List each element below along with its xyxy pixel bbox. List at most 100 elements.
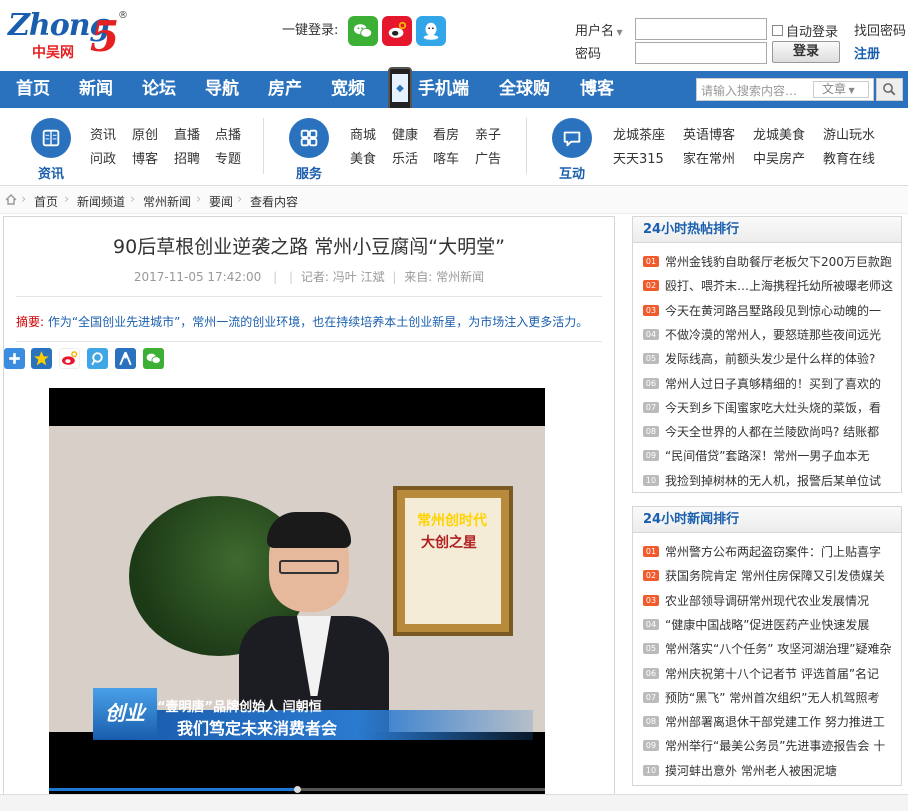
rank-number: 08 — [643, 426, 659, 438]
subnav-link[interactable]: 美食 — [350, 148, 376, 167]
home-icon[interactable] — [5, 194, 17, 205]
video-progress-handle[interactable] — [294, 786, 301, 793]
rank-number: 04 — [643, 328, 659, 340]
breadcrumb-item[interactable]: 首页 — [34, 193, 58, 210]
auto-login-option[interactable]: 自动登录 — [772, 21, 838, 40]
subnav-link[interactable]: 商城 — [350, 124, 376, 143]
list-item[interactable]: 07 今天到乡下闺蜜家吃大灶头烧的菜饭，看 — [643, 399, 901, 419]
chat-bubble-icon[interactable] — [552, 118, 592, 158]
subnav-link[interactable]: 原创 — [132, 124, 158, 143]
subnav-link[interactable]: 亲子 — [475, 124, 501, 143]
search-button[interactable] — [876, 78, 903, 101]
subnav-link[interactable]: 中吴房产 — [753, 148, 805, 167]
subnav-link[interactable]: 资讯 — [90, 124, 116, 143]
list-item[interactable]: 02 获国务院肯定 常州住房保障又引发债媒关 — [643, 567, 901, 587]
subnav-link[interactable]: 喀车 — [433, 148, 459, 167]
register-link[interactable]: 注册 — [854, 43, 880, 62]
breadcrumb-item[interactable]: 新闻频道 — [77, 193, 125, 210]
subnav-group-label-service[interactable]: 服务 — [296, 163, 322, 182]
service-grid-icon[interactable] — [289, 118, 329, 158]
list-item[interactable]: 10 我捡到掉树林的无人机，报警后某单位试 — [643, 472, 901, 492]
list-item[interactable]: 08 常州部署离退休干部党建工作 努力推进工 — [643, 713, 901, 733]
subnav-group-label-news[interactable]: 资讯 — [38, 163, 64, 182]
subnav-link[interactable]: 乐活 — [392, 148, 418, 167]
breadcrumb-item[interactable]: 常州新闻 — [143, 193, 191, 210]
nav-item-broadband[interactable]: 宽频 — [331, 71, 365, 108]
subnav-link[interactable]: 专题 — [215, 148, 241, 167]
list-item[interactable]: 03 今天在黄河路吕墅路段见到惊心动魄的一 — [643, 302, 901, 322]
mobile-phone-icon[interactable]: ◆ — [388, 67, 412, 111]
auto-login-checkbox[interactable] — [772, 25, 783, 36]
list-item[interactable]: 08 今天全世界的人都在兰陵欧尚吗? 结账都 — [643, 423, 901, 443]
list-item[interactable]: 05 常州落实“八个任务” 攻坚河湖治理”疑难杂 — [643, 640, 901, 660]
video-player[interactable]: 大创之星 常州创时代 创业 “壹明唐”品牌创始人 闫朝恒 我们笃定未来消费者会 — [49, 388, 545, 808]
subnav-link[interactable]: 龙城美食 — [753, 124, 805, 143]
subnav-link[interactable]: 招聘 — [174, 148, 200, 167]
rank-number: 05 — [643, 643, 659, 655]
search-input[interactable]: 请输入搜索内容… — [701, 82, 797, 99]
share-weibo-icon[interactable] — [59, 348, 80, 369]
list-item[interactable]: 10 摸河蚌出意外 常州老人被困泥塘 — [643, 762, 901, 782]
subnav-link[interactable]: 直播 — [174, 124, 200, 143]
nav-item-blog[interactable]: 博客 — [580, 71, 614, 108]
video-progress-bar[interactable] — [49, 786, 545, 793]
subnav-link[interactable]: 看房 — [433, 124, 459, 143]
list-item[interactable]: 02 殴打、喂芥末…上海携程托幼所被曝老师这 — [643, 277, 901, 297]
subnav-link[interactable]: 游山玩水 — [823, 124, 875, 143]
search-category-select[interactable]: 文章 ▼ — [813, 81, 869, 98]
list-item[interactable]: 04 “健康中国战略”促进医药产业快速发展 — [643, 616, 901, 636]
list-item[interactable]: 09 常州举行“最美公务员”先进事迹报告会 十 — [643, 737, 901, 757]
subnav-link[interactable]: 家在常州 — [683, 148, 735, 167]
nav-item-forum[interactable]: 论坛 — [142, 71, 176, 108]
subnav-link[interactable]: 问政 — [90, 148, 116, 167]
list-item[interactable]: 09 “民间借贷”套路深！常州一男子血本无 — [643, 447, 901, 467]
share-wechat-icon[interactable] — [143, 348, 164, 369]
share-renren-icon[interactable] — [115, 348, 136, 369]
find-password-link[interactable]: 找回密码 — [854, 20, 906, 39]
qq-login-icon[interactable] — [416, 16, 446, 46]
breadcrumb-separator: › — [130, 192, 136, 207]
share-more-icon[interactable] — [4, 348, 25, 369]
wechat-login-icon[interactable] — [348, 16, 378, 46]
list-item[interactable]: 07 预防“黑飞” 常州首次组织”无人机驾照考 — [643, 689, 901, 709]
rank-number: 04 — [643, 618, 659, 630]
list-item[interactable]: 03 农业部领导调研常州现代农业发展情况 — [643, 592, 901, 612]
subnav-group-label-interact[interactable]: 互动 — [559, 163, 585, 182]
news-book-icon[interactable] — [31, 118, 71, 158]
site-logo[interactable]: Zhong 5 中吴网 ® — [8, 8, 128, 64]
list-item[interactable]: 01 常州警方公布两起盗窃案件：门上贴喜字 — [643, 543, 901, 563]
username-label[interactable]: 用户名 ▼ — [575, 20, 623, 39]
nav-item-navigation[interactable]: 导航 — [205, 71, 239, 108]
subnav-link[interactable]: 教育在线 — [823, 148, 875, 167]
subnav-link[interactable]: 健康 — [392, 124, 418, 143]
person-glasses — [279, 560, 339, 574]
subnav-link[interactable]: 英语博客 — [683, 124, 735, 143]
username-input[interactable] — [635, 18, 767, 40]
subnav-link[interactable]: 广告 — [475, 148, 501, 167]
nav-item-realestate[interactable]: 房产 — [268, 71, 302, 108]
subnav-link[interactable]: 龙城茶座 — [613, 124, 665, 143]
list-item[interactable]: 04 不做冷漠的常州人，要怒琏那些夜间远光 — [643, 326, 901, 346]
list-item[interactable]: 01 常州金钱豹自助餐厅老板欠下200万巨款跑 — [643, 253, 901, 273]
search-box[interactable]: 请输入搜索内容… 文章 ▼ — [696, 78, 874, 101]
nav-item-mobile[interactable]: 手机端 — [418, 71, 469, 108]
subnav-link[interactable]: 博客 — [132, 148, 158, 167]
list-item[interactable]: 05 发际线高，前额头发少是什么样的体验? — [643, 350, 901, 370]
nav-item-home[interactable]: 首页 — [16, 71, 50, 108]
share-qzone-icon[interactable] — [31, 348, 52, 369]
share-tencent-weibo-icon[interactable] — [87, 348, 108, 369]
subnav-link[interactable]: 天天315 — [613, 148, 664, 167]
article-reporter: 记者: 冯叶 江斌 — [300, 270, 385, 284]
weibo-login-icon[interactable] — [382, 16, 412, 46]
login-button[interactable]: 登录 — [772, 41, 840, 63]
list-item[interactable]: 06 常州庆祝第十八个记者节 评选首届”名记 — [643, 665, 901, 685]
video-frame: 大创之星 常州创时代 创业 “壹明唐”品牌创始人 闫朝恒 我们笃定未来消费者会 — [49, 426, 545, 740]
nav-item-news[interactable]: 新闻 — [79, 71, 113, 108]
list-item[interactable]: 06 常州人过日子真够精细的！买到了喜欢的 — [643, 375, 901, 395]
breadcrumb-item[interactable]: 要闻 — [209, 193, 233, 210]
nav-item-global-shop[interactable]: 全球购 — [499, 71, 550, 108]
subnav-link[interactable]: 点播 — [215, 124, 241, 143]
password-input[interactable] — [635, 42, 767, 64]
caret-down-icon: ▼ — [614, 28, 623, 37]
breadcrumb-separator: › — [64, 192, 70, 207]
